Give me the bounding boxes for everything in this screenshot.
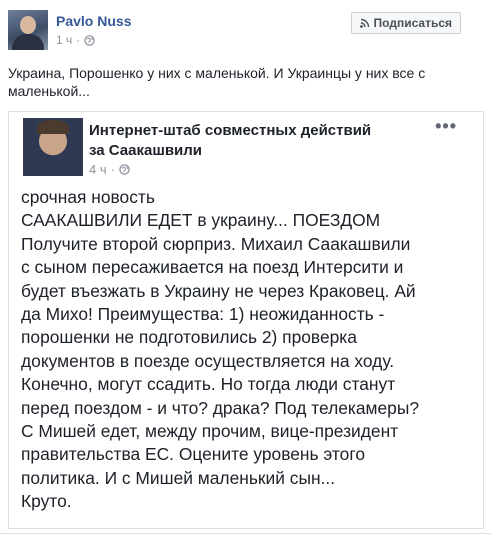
body-line: Конечно, могут ссадить. Но тогда люди ст…: [21, 374, 396, 395]
globe-icon[interactable]: [84, 34, 95, 46]
more-options-icon[interactable]: •••: [435, 116, 457, 137]
post-meta: 1 ч ·: [56, 33, 95, 47]
globe-icon[interactable]: [119, 164, 130, 175]
subscribe-button[interactable]: Подписаться: [350, 12, 461, 34]
avatar-hair: [37, 120, 69, 134]
rss-icon: [359, 18, 369, 28]
author-avatar[interactable]: [8, 10, 48, 50]
facebook-post: Pavlo Nuss 1 ч · Подписаться Украина, По…: [0, 0, 491, 536]
shared-post-time[interactable]: 4 ч: [89, 162, 107, 177]
shared-post-author-name[interactable]: Интернет-штаб совместных действий за Саа…: [89, 121, 389, 161]
body-line: будет въезжать в Украину не через Краков…: [21, 280, 416, 301]
shared-post-body: срочная новость САAКАШВИЛИ ЕДЕТ в украин…: [21, 186, 471, 514]
post-time[interactable]: 1 ч: [56, 33, 72, 47]
meta-separator: ·: [110, 162, 115, 177]
body-line: срочная новость: [21, 187, 155, 207]
body-line: перед поездом - и что? драка? Под телека…: [21, 397, 420, 418]
post-text: Украина, Порошенко у них с маленькой. И …: [8, 65, 426, 99]
body-line: политика. И с Мишей маленький сын...: [21, 467, 336, 488]
body-line: Получите второй сюрприз. Михаил Саакашви…: [21, 233, 411, 254]
meta-separator: ·: [76, 33, 81, 47]
shared-author-avatar[interactable]: [23, 118, 83, 176]
subscribe-label: Подписаться: [373, 16, 452, 30]
shared-post-card: Интернет-штаб совместных действий за Саа…: [8, 111, 484, 529]
post-author-name[interactable]: Pavlo Nuss: [56, 13, 131, 29]
avatar-shoulders: [12, 34, 44, 50]
body-line: с сыном пересаживается на поезд Интерсит…: [21, 257, 404, 278]
shared-post-meta: 4 ч ·: [89, 162, 130, 177]
body-line: документов в поезде осуществляется на хо…: [21, 350, 395, 371]
body-line: правительства ЕС. Оцените уровень этого: [21, 444, 365, 465]
bottom-divider: [0, 533, 491, 534]
avatar-head: [20, 16, 36, 34]
body-line: Круто.: [21, 491, 72, 512]
body-line: САAКАШВИЛИ ЕДЕТ в украину... ПОЕЗДОМ: [21, 210, 381, 231]
body-line: С Мишей едет, между прочим, вице-президе…: [21, 421, 399, 442]
body-line: порошенки не подготовились 2) проверка: [21, 327, 357, 348]
body-line: да Михо! Преимущества: 1) неожиданность …: [21, 304, 385, 325]
